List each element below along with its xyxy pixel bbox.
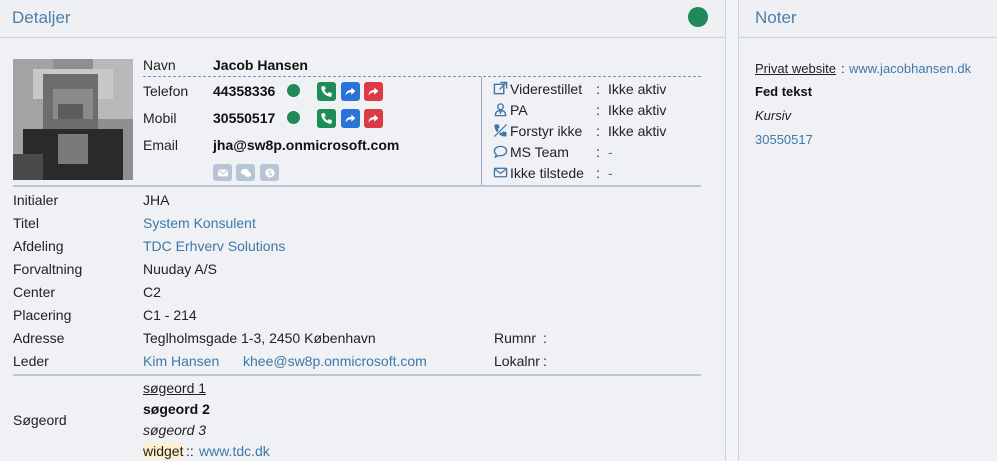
status-label-ms-team: MS Team — [510, 144, 569, 160]
placering-value: C1 - 214 — [143, 307, 197, 323]
external-link-icon — [493, 81, 508, 96]
noter-bold-text: Fed tekst — [755, 84, 813, 99]
status-value-viderestillet: Ikke aktiv — [608, 81, 667, 97]
forward-arrow-icon — [345, 87, 356, 96]
chat-bubble-icon — [493, 144, 508, 159]
forward-telefon-button[interactable] — [341, 82, 360, 101]
email-value[interactable]: jha@sw8p.onmicrosoft.com — [213, 137, 399, 153]
redirect-telefon-button[interactable] — [364, 82, 383, 101]
titel-link[interactable]: System Konsulent — [143, 215, 256, 231]
chat-icon — [240, 168, 251, 177]
envelope-icon — [217, 169, 228, 176]
phone-icon — [321, 113, 332, 124]
widget-link[interactable]: www.tdc.dk — [199, 443, 270, 459]
center-label: Center — [13, 284, 56, 300]
noter-header: Noter — [739, 0, 997, 38]
navn-label: Navn — [143, 57, 176, 73]
rumnr-label: Rumnr — [494, 330, 537, 346]
divider-dashed — [143, 76, 701, 77]
forvaltning-value: Nuuday A/S — [143, 261, 217, 277]
detaljer-header: Detaljer — [0, 0, 725, 38]
phone-slash-icon — [493, 123, 508, 138]
afdeling-link[interactable]: TDC Erhverv Solutions — [143, 238, 285, 254]
initialer-label: Initialer — [13, 192, 59, 208]
telefon-value[interactable]: 44358336 — [213, 83, 275, 99]
forward-arrow-icon — [345, 114, 356, 123]
status-label-viderestillet: Viderestillet — [510, 81, 583, 97]
skype-button[interactable] — [260, 164, 279, 181]
leder-name-link[interactable]: Kim Hansen — [143, 353, 219, 369]
status-value-ms-team: - — [608, 144, 613, 160]
forward-arrow-icon — [368, 114, 379, 123]
rumnr-sep: : — [543, 330, 547, 346]
status-label-forstyr-ikke: Forstyr ikke — [510, 123, 583, 139]
presence-status-dot — [688, 7, 708, 27]
status-label-ikke-tilstede: Ikke tilstede — [510, 165, 584, 181]
detaljer-panel: Detaljer Navn Jacob Hansen Telefon 44358… — [0, 0, 726, 461]
call-mobil-button[interactable] — [317, 109, 336, 128]
privat-website-label: Privat website — [755, 61, 836, 76]
forward-mobil-button[interactable] — [341, 109, 360, 128]
widget-label: widget — [143, 443, 184, 459]
telefon-presence-dot — [287, 84, 300, 97]
titel-label: Titel — [13, 215, 39, 231]
adresse-value: Teglholmsgade 1-3, 2450 København — [143, 330, 376, 346]
divider — [13, 374, 701, 376]
avatar — [13, 59, 133, 180]
status-sep: : — [596, 81, 600, 97]
mobil-value[interactable]: 30550517 — [213, 110, 275, 126]
status-label-pa: PA — [510, 102, 528, 118]
status-sep: : — [596, 165, 600, 181]
divider — [13, 185, 701, 187]
mobil-presence-dot — [287, 111, 300, 124]
forvaltning-label: Forvaltning — [13, 261, 83, 277]
soegeord-line-3: søgeord 3 — [143, 422, 207, 438]
leder-email-link[interactable]: khee@sw8p.onmicrosoft.com — [243, 353, 427, 369]
lokalnr-sep: : — [543, 353, 547, 369]
placering-label: Placering — [13, 307, 72, 323]
send-mail-button[interactable] — [213, 164, 232, 181]
status-value-pa: Ikke aktiv — [608, 102, 667, 118]
skype-icon — [265, 168, 274, 177]
noter-title: Noter — [755, 8, 797, 27]
soegeord-line-2: søgeord 2 — [143, 401, 210, 417]
privat-website-sep: : — [841, 61, 845, 76]
status-value-forstyr-ikke: Ikke aktiv — [608, 123, 667, 139]
noter-italic-text: Kursiv — [755, 108, 792, 123]
privat-website-link[interactable]: www.jacobhansen.dk — [849, 61, 971, 76]
adresse-label: Adresse — [13, 330, 65, 346]
leder-label: Leder — [13, 353, 49, 369]
redirect-mobil-button[interactable] — [364, 109, 383, 128]
afdeling-label: Afdeling — [13, 238, 64, 254]
soegeord-label: Søgeord — [13, 412, 67, 428]
status-sep: : — [596, 102, 600, 118]
status-sep: : — [596, 144, 600, 160]
soegeord-line-1: søgeord 1 — [143, 380, 207, 396]
chat-button[interactable] — [236, 164, 255, 181]
noter-number-link[interactable]: 30550517 — [755, 132, 813, 147]
initialer-value: JHA — [143, 192, 170, 208]
call-telefon-button[interactable] — [317, 82, 336, 101]
divider-vertical — [481, 77, 482, 185]
phone-icon — [321, 86, 332, 97]
pa-person-icon — [493, 102, 508, 117]
panel-gap — [726, 0, 738, 461]
status-sep: : — [596, 123, 600, 139]
status-value-ikke-tilstede: - — [608, 165, 613, 181]
telefon-label: Telefon — [143, 83, 189, 99]
navn-value: Jacob Hansen — [213, 57, 308, 73]
lokalnr-label: Lokalnr — [494, 353, 540, 369]
email-label: Email — [143, 137, 179, 153]
center-value: C2 — [143, 284, 161, 300]
envelope-icon — [493, 165, 508, 180]
noter-panel: Noter Privat website : www.jacobhansen.d… — [738, 0, 997, 461]
detaljer-title: Detaljer — [12, 8, 71, 27]
forward-arrow-icon — [368, 87, 379, 96]
widget-sep: :: — [186, 443, 194, 459]
mobil-label: Mobil — [143, 110, 177, 126]
